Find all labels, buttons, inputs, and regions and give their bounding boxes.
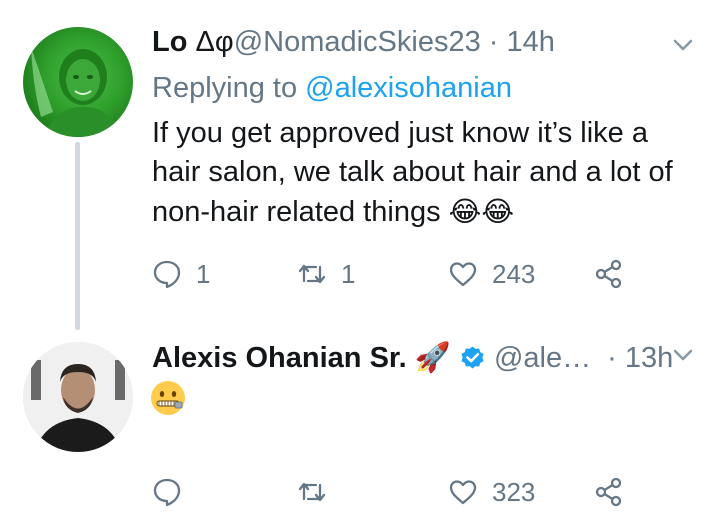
display-name[interactable]: Alexis Ohanian Sr. — [152, 342, 407, 374]
reply-button[interactable] — [152, 472, 196, 512]
like-icon — [449, 480, 477, 505]
display-name[interactable]: Lo — [152, 26, 187, 58]
tweet-header: Alexis Ohanian Sr. 🚀 @ale… · 13h — [152, 340, 673, 376]
tweet-text-content: If you get approved just know it’s like … — [152, 117, 673, 228]
retweet-button[interactable] — [297, 472, 341, 512]
avatar-photo — [31, 47, 123, 137]
tweet-actions: 323 — [152, 472, 672, 512]
share-icon — [595, 477, 622, 507]
replying-to-handle[interactable]: @alexisohanian — [305, 72, 512, 104]
timestamp[interactable]: 13h — [625, 342, 673, 374]
rocket-emoji: 🚀 — [414, 342, 451, 374]
reply-count: 1 — [196, 258, 211, 289]
share-button[interactable] — [594, 254, 624, 294]
tweet-emojis: 😂😂 — [448, 196, 515, 227]
chevron-down-icon[interactable] — [672, 34, 694, 56]
like-button[interactable]: 243 — [448, 254, 535, 294]
verified-badge-icon — [461, 346, 484, 369]
user-handle[interactable]: @ale… — [494, 342, 591, 374]
tweet-text: If you get approved just know it’s like … — [152, 114, 702, 232]
avatar-photo — [23, 342, 133, 452]
reply-icon — [153, 478, 181, 507]
retweet-icon — [298, 482, 326, 502]
like-button[interactable]: 323 — [448, 472, 535, 512]
replying-to-label: Replying to — [152, 72, 306, 104]
tweet-actions: 1 1 243 — [152, 254, 672, 294]
separator-dot: · — [607, 342, 617, 374]
replying-to: Replying to @alexisohanian — [152, 70, 512, 106]
user-handle[interactable]: @NomadicSkies23 — [234, 26, 481, 58]
timestamp[interactable]: 14h — [507, 26, 555, 58]
tweet[interactable]: Lo Δφ@NomadicSkies23 · 14h Replying to @… — [0, 0, 720, 330]
retweet-button[interactable]: 1 — [297, 254, 355, 294]
retweet-count: 1 — [341, 258, 356, 289]
zipper-mouth-face-emoji — [151, 381, 185, 415]
reply-icon — [153, 260, 181, 289]
avatar[interactable] — [23, 27, 133, 137]
avatar[interactable] — [23, 342, 133, 452]
display-name-suffix: Δφ — [195, 26, 234, 58]
retweet-icon — [298, 264, 326, 284]
tweet-header: Lo Δφ@NomadicSkies23 · 14h — [152, 24, 555, 60]
like-icon — [449, 262, 477, 287]
separator-dot: · — [488, 26, 499, 58]
reply-button[interactable]: 1 — [152, 254, 210, 294]
share-button[interactable] — [594, 472, 624, 512]
like-count: 243 — [492, 258, 536, 289]
like-count: 323 — [492, 476, 536, 507]
chevron-down-icon[interactable] — [672, 344, 694, 366]
thread-connector — [75, 142, 80, 330]
share-icon — [595, 259, 622, 289]
